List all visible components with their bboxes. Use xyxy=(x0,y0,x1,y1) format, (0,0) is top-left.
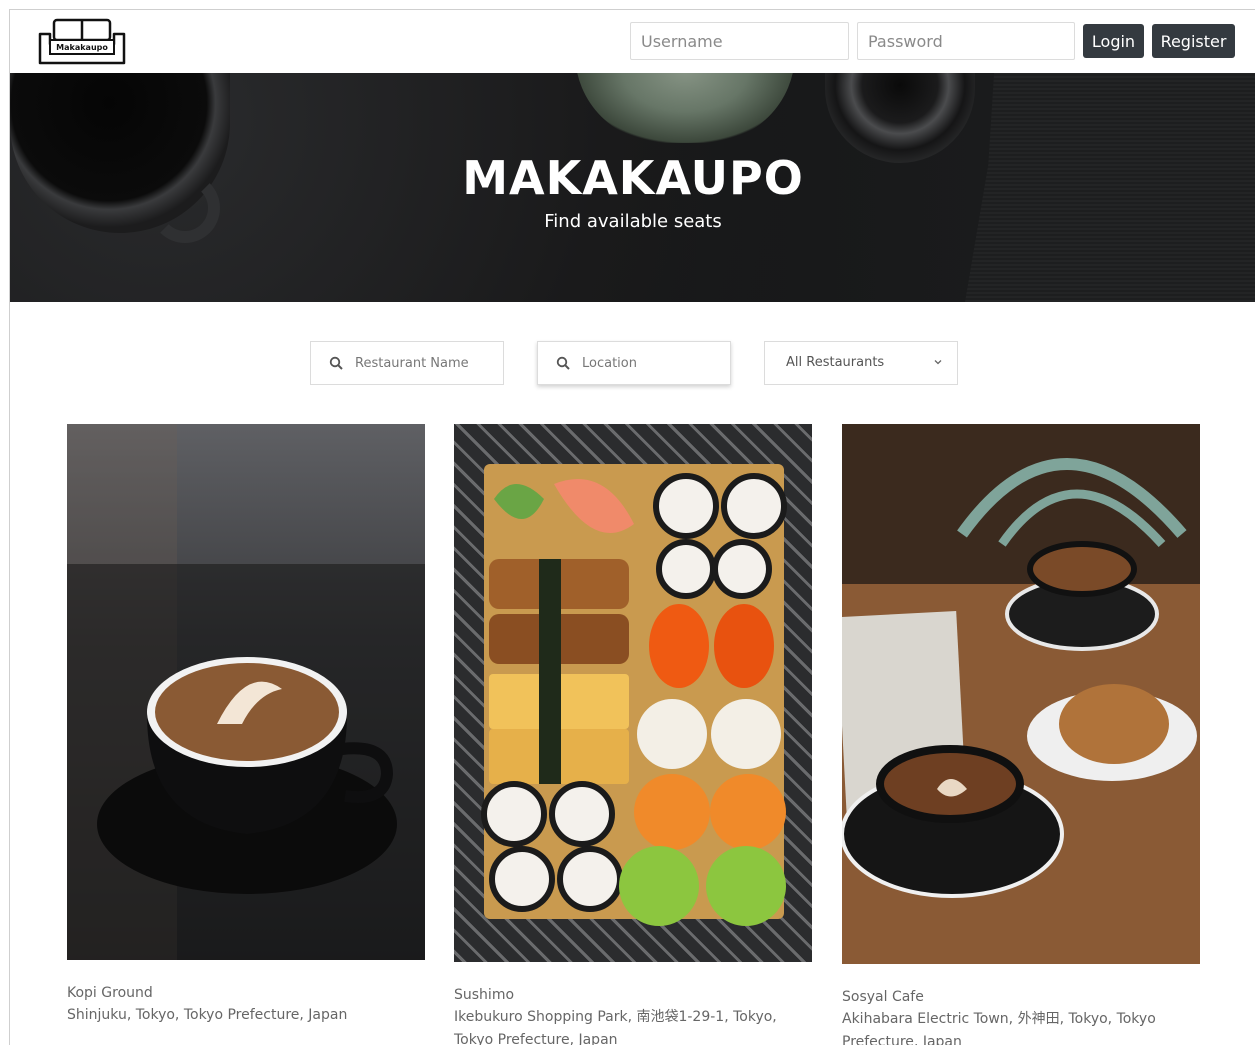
coffee-and-cookie-image xyxy=(842,424,1200,964)
restaurant-address: Shinjuku, Tokyo, Tokyo Prefecture, Japan xyxy=(67,1007,348,1023)
restaurant-photo[interactable] xyxy=(67,424,425,960)
select-value: All Restaurants xyxy=(786,355,885,370)
restaurant-card[interactable]: Sosyal Cafe Akihabara Electric Town, 外神田… xyxy=(842,424,1200,1045)
sushi-platter-image xyxy=(481,464,787,926)
location-input[interactable] xyxy=(582,342,722,384)
logo-text: Makakaupo xyxy=(56,43,108,52)
location-filter[interactable] xyxy=(537,341,731,385)
hero-banner: MAKAKAUPO Find available seats xyxy=(10,73,1255,302)
hero-subtitle: Find available seats xyxy=(544,211,722,232)
register-button[interactable]: Register xyxy=(1152,24,1235,58)
restaurant-photo[interactable] xyxy=(454,424,812,962)
password-input[interactable] xyxy=(857,22,1075,60)
restaurant-name[interactable]: Kopi Ground xyxy=(67,982,425,1004)
search-icon xyxy=(556,356,570,370)
login-button[interactable]: Login xyxy=(1083,24,1144,58)
restaurant-address: Akihabara Electric Town, 外神田, Tokyo, Tok… xyxy=(842,1011,1156,1045)
search-icon xyxy=(329,356,343,370)
hero-title: MAKAKAUPO xyxy=(462,151,804,205)
restaurant-name-input[interactable] xyxy=(355,342,495,384)
navbar: Makakaupo Login Register xyxy=(10,10,1255,73)
restaurant-name-filter[interactable] xyxy=(310,341,504,385)
restaurant-card[interactable]: Kopi Ground Shinjuku, Tokyo, Tokyo Prefe… xyxy=(67,424,425,1027)
restaurant-type-select[interactable]: All Restaurants xyxy=(764,341,958,385)
page-frame: Makakaupo Login Register MAKAKAUPO Find … xyxy=(9,9,1255,1045)
logo-couch-icon[interactable]: Makakaupo xyxy=(36,18,128,65)
username-input[interactable] xyxy=(630,22,849,60)
restaurant-address: Ikebukuro Shopping Park, 南池袋1-29-1, Toky… xyxy=(454,1009,777,1045)
restaurant-name[interactable]: Sushimo xyxy=(454,984,812,1006)
restaurant-photo[interactable] xyxy=(842,424,1200,964)
restaurant-name[interactable]: Sosyal Cafe xyxy=(842,986,1200,1008)
chevron-down-icon xyxy=(934,360,942,365)
restaurant-card[interactable]: Sushimo Ikebukuro Shopping Park, 南池袋1-29… xyxy=(454,424,812,1045)
latte-art-image xyxy=(67,424,425,960)
